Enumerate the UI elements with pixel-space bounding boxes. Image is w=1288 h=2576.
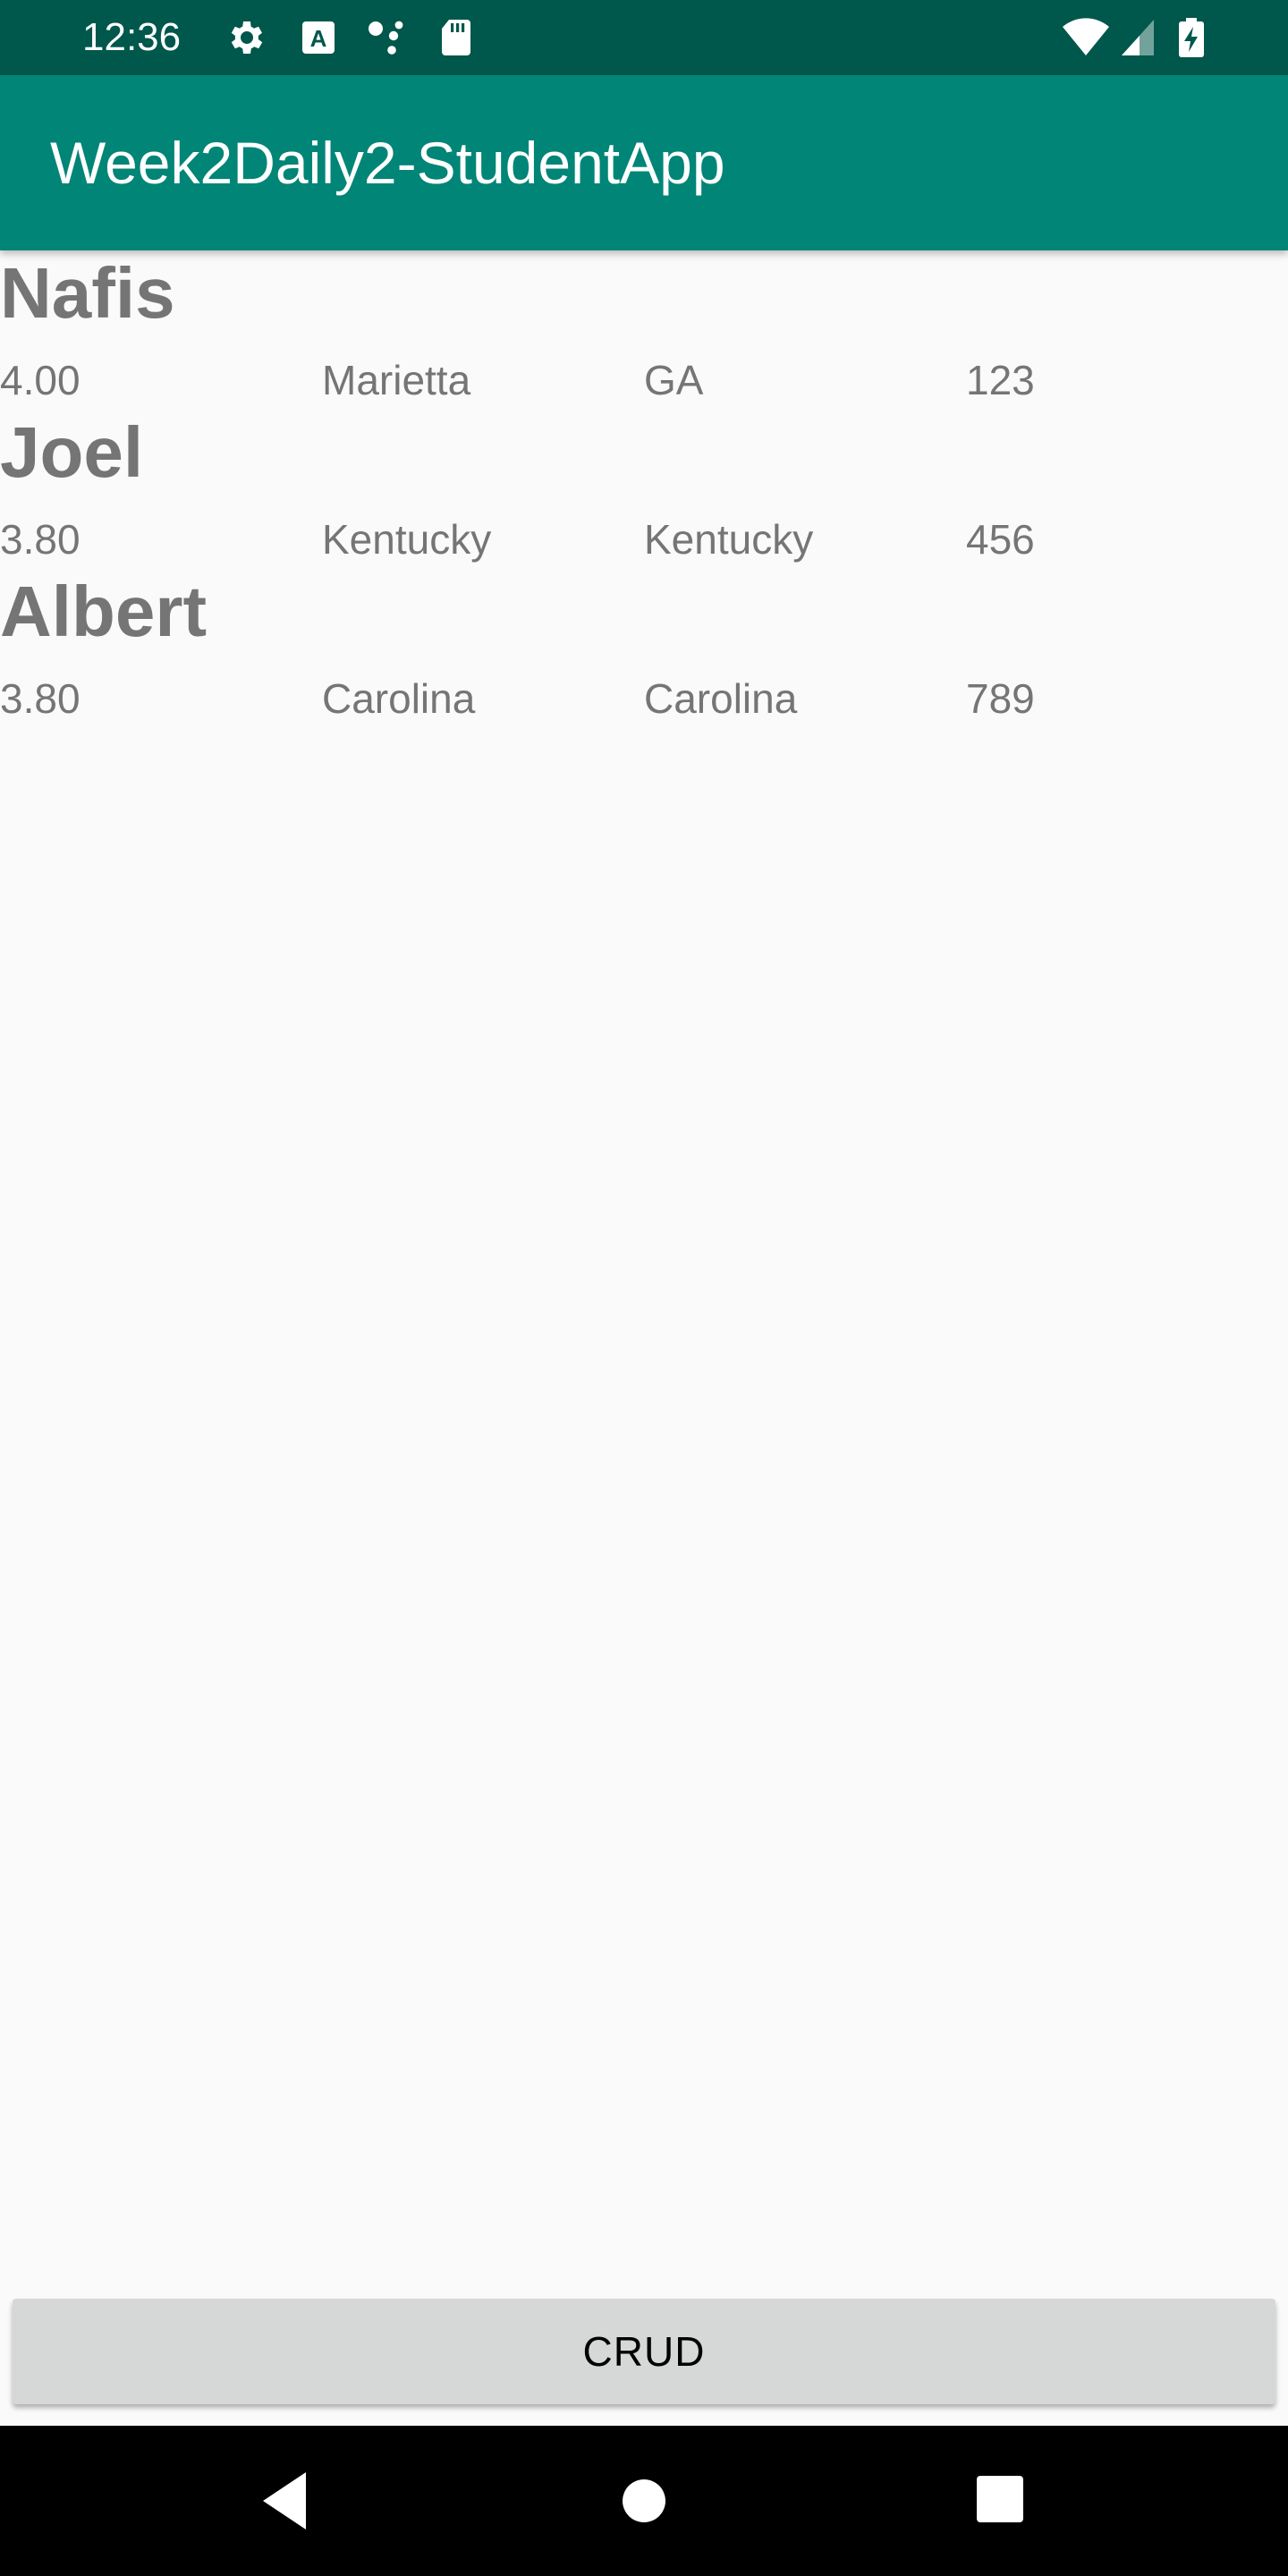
gear-icon bbox=[231, 21, 263, 54]
student-name: Albert bbox=[0, 572, 208, 651]
wifi-icon bbox=[1063, 18, 1109, 55]
status-time: 12:36 bbox=[82, 15, 182, 59]
student-state: Kentucky bbox=[644, 516, 814, 563]
student-name: Nafis bbox=[0, 253, 175, 333]
student-state: Carolina bbox=[644, 675, 798, 722]
sd-card-icon bbox=[442, 20, 470, 55]
share-icon bbox=[369, 21, 403, 55]
signal-icon bbox=[1122, 20, 1154, 55]
student-gpa: 4.00 bbox=[0, 357, 80, 403]
home-icon[interactable] bbox=[619, 2465, 669, 2537]
crud-button[interactable]: CRUD bbox=[13, 2299, 1275, 2404]
student-gpa: 3.80 bbox=[0, 516, 80, 563]
student-name: Joel bbox=[0, 412, 144, 492]
app-bar: Week2Daily2-StudentApp bbox=[0, 75, 1288, 250]
student-state: GA bbox=[644, 357, 704, 403]
student-city: Kentucky bbox=[322, 516, 492, 563]
student-gpa: 3.80 bbox=[0, 675, 80, 722]
student-id: 789 bbox=[966, 675, 1035, 722]
font-a-icon: A bbox=[302, 21, 335, 54]
student-city: Carolina bbox=[322, 675, 476, 722]
student-list: Nafis 4.00 Marietta GA 123 Joel 3.80 Ken… bbox=[0, 250, 1288, 728]
student-item[interactable]: Nafis 4.00 Marietta GA 123 bbox=[0, 250, 1288, 410]
student-id: 456 bbox=[966, 516, 1035, 563]
student-city: Marietta bbox=[322, 357, 471, 403]
status-bar: 12:36 A bbox=[0, 0, 1288, 75]
app-title: Week2Daily2-StudentApp bbox=[50, 130, 725, 196]
student-id: 123 bbox=[966, 357, 1035, 403]
navigation-bar bbox=[0, 2426, 1288, 2576]
back-icon[interactable] bbox=[256, 2465, 313, 2537]
battery-charging-icon bbox=[1179, 18, 1204, 57]
student-item[interactable]: Joel 3.80 Kentucky Kentucky 456 bbox=[0, 410, 1288, 569]
student-item[interactable]: Albert 3.80 Carolina Carolina 789 bbox=[0, 569, 1288, 728]
recents-icon[interactable] bbox=[973, 2465, 1027, 2537]
svg-text:A: A bbox=[310, 25, 327, 52]
